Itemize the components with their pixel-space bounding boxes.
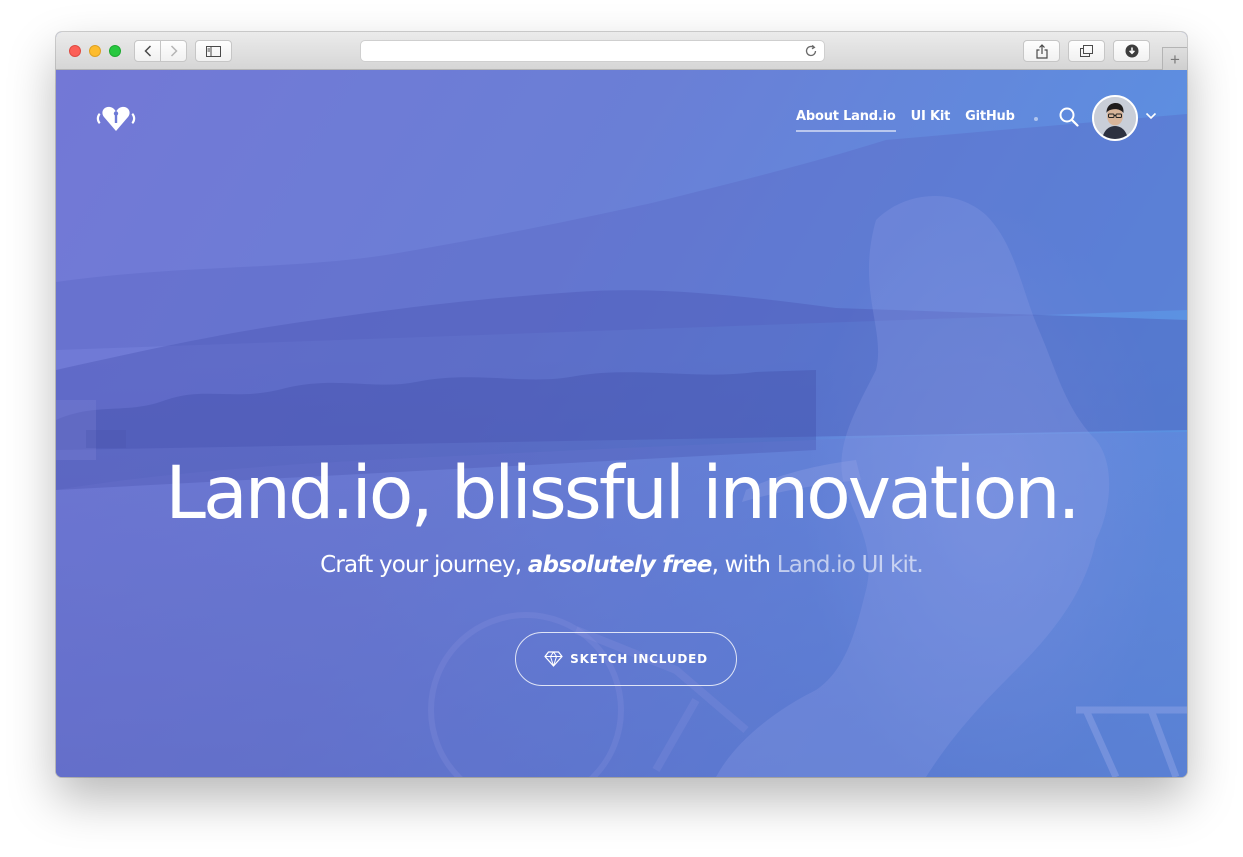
browser-window: + About Land.io UI Kit GitHub Land.io, b… bbox=[56, 32, 1187, 777]
browser-toolbar: + bbox=[56, 32, 1187, 70]
nav-link-ui-kit[interactable]: UI Kit bbox=[911, 109, 951, 132]
new-tab-button[interactable]: + bbox=[1162, 47, 1187, 70]
nav-separator-dot bbox=[1034, 117, 1038, 121]
reload-icon[interactable] bbox=[804, 44, 818, 58]
subheadline-emphasis: absolutely free bbox=[527, 552, 713, 578]
tabs-icon bbox=[1080, 45, 1093, 57]
subheadline-end: . bbox=[916, 552, 923, 578]
sketch-included-button[interactable]: SKETCH INCLUDED bbox=[515, 632, 737, 686]
user-avatar[interactable] bbox=[1092, 95, 1138, 141]
downloads-button[interactable] bbox=[1113, 40, 1150, 62]
hero-subheadline: Craft your journey, absolutely free, wit… bbox=[56, 552, 1187, 578]
share-icon bbox=[1035, 43, 1048, 59]
subheadline-kit-link[interactable]: Land.io UI kit bbox=[777, 552, 917, 578]
heart-logo-icon[interactable] bbox=[94, 105, 138, 133]
subheadline-part-1: Craft your journey, bbox=[320, 552, 528, 578]
history-nav bbox=[134, 40, 187, 62]
search-icon[interactable] bbox=[1059, 107, 1079, 127]
minimize-window-button[interactable] bbox=[89, 45, 101, 57]
sidebar-toggle-button[interactable] bbox=[195, 40, 232, 62]
chevron-right-icon bbox=[170, 45, 178, 57]
hero-section: About Land.io UI Kit GitHub Land.io, bli… bbox=[56, 70, 1187, 777]
subheadline-part-2: , with bbox=[711, 552, 777, 578]
zoom-window-button[interactable] bbox=[109, 45, 121, 57]
address-bar[interactable] bbox=[360, 40, 825, 62]
chevron-left-icon bbox=[143, 45, 151, 57]
sidebar-icon bbox=[206, 45, 221, 57]
hero-headline: Land.io, blissful innovation. bbox=[165, 451, 1080, 536]
main-nav: About Land.io UI Kit GitHub bbox=[796, 109, 1015, 132]
back-button[interactable] bbox=[135, 41, 160, 61]
nav-link-github[interactable]: GitHub bbox=[965, 109, 1015, 132]
nav-link-about[interactable]: About Land.io bbox=[796, 109, 896, 132]
forward-button[interactable] bbox=[160, 41, 186, 61]
avatar-photo bbox=[1094, 97, 1136, 139]
close-window-button[interactable] bbox=[69, 45, 81, 57]
share-button[interactable] bbox=[1023, 40, 1060, 62]
show-tabs-button[interactable] bbox=[1068, 40, 1105, 62]
sketch-included-label: SKETCH INCLUDED bbox=[570, 652, 708, 666]
download-icon bbox=[1125, 44, 1138, 58]
new-tab-label: + bbox=[1170, 49, 1180, 69]
diamond-icon bbox=[544, 651, 563, 667]
chevron-down-icon[interactable] bbox=[1145, 112, 1157, 120]
